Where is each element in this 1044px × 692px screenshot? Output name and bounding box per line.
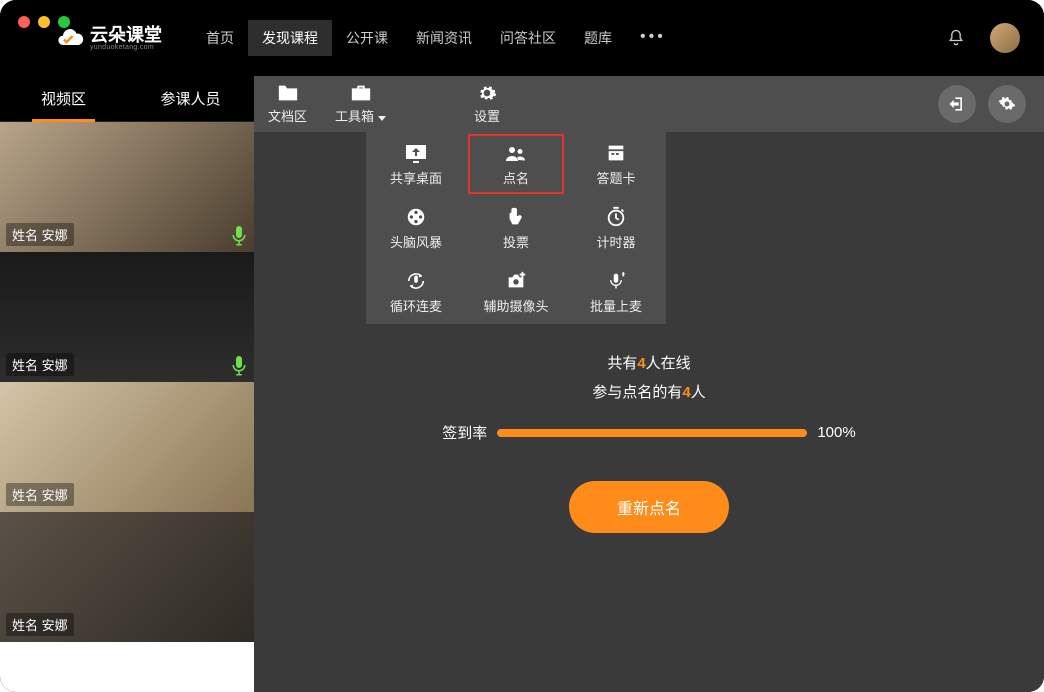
tool-share-desktop[interactable]: 共享桌面 [366, 132, 466, 196]
toolbar: 文档区 工具箱 设置 [254, 76, 1044, 132]
online-stat: 共有 4 人在线 [607, 352, 690, 373]
nav-bank[interactable]: 题库 [570, 20, 626, 56]
video-tile[interactable]: 姓名 安娜 [0, 252, 254, 382]
rollcall-again-button[interactable]: 重新点名 [569, 481, 729, 533]
cloud-icon [56, 24, 84, 52]
nav-more[interactable]: ••• [626, 20, 680, 56]
gear-icon [476, 83, 498, 103]
exit-button[interactable] [938, 85, 976, 123]
brand-logo[interactable]: 云朵课堂 yunduoketang.com [56, 24, 162, 52]
settings-button[interactable]: 设置 [460, 76, 514, 132]
participant-name: 姓名 安娜 [6, 223, 74, 246]
nav-open[interactable]: 公开课 [332, 20, 402, 56]
sidebar-tabs: 视频区 参课人员 [0, 76, 254, 122]
nav-discover[interactable]: 发现课程 [248, 20, 332, 56]
nav-qa[interactable]: 问答社区 [486, 20, 570, 56]
briefcase-icon [350, 83, 372, 103]
content: 视频区 参课人员 姓名 安娜 姓名 安娜 姓名 安娜 姓名 安娜 [0, 76, 1044, 692]
tab-attendees[interactable]: 参课人员 [127, 76, 254, 121]
tool-vote[interactable]: 投票 [466, 196, 566, 260]
participant-name: 姓名 安娜 [6, 353, 74, 376]
toolbox-label: 工具箱 [335, 106, 386, 125]
rate-label: 签到率 [442, 422, 487, 443]
brand-sub: yunduoketang.com [90, 44, 162, 51]
tool-aux-camera[interactable]: 辅助摄像头 [466, 260, 566, 324]
topbar-right [946, 23, 1020, 53]
screen-share-icon [404, 142, 428, 164]
tool-brainstorm[interactable]: 头脑风暴 [366, 196, 466, 260]
mic-up-icon [604, 270, 628, 292]
topbar: 云朵课堂 yunduoketang.com 首页 发现课程 公开课 新闻资讯 问… [0, 0, 1044, 76]
video-tile[interactable]: 姓名 安娜 [0, 512, 254, 642]
video-tile[interactable]: 姓名 安娜 [0, 122, 254, 252]
tool-answer-card[interactable]: 答题卡 [566, 132, 666, 196]
video-list: 姓名 安娜 姓名 安娜 姓名 安娜 姓名 安娜 [0, 122, 254, 692]
film-reel-icon [404, 206, 428, 228]
nav-home[interactable]: 首页 [192, 20, 248, 56]
window-controls [18, 16, 70, 28]
folder-icon [277, 83, 299, 103]
participation-stat: 参与点名的有 4 人 [592, 381, 705, 402]
tab-video[interactable]: 视频区 [0, 76, 127, 121]
main-area: 文档区 工具箱 设置 [254, 76, 1044, 692]
maximize-window[interactable] [58, 16, 70, 28]
settings-label: 设置 [474, 106, 500, 125]
toolbox-button[interactable]: 工具箱 [321, 76, 400, 132]
config-button[interactable] [988, 85, 1026, 123]
progress-bar [497, 429, 807, 437]
gear-icon [997, 94, 1017, 114]
toolbox-dropdown: 共享桌面 点名 答题卡 头脑风暴 投票 [366, 132, 666, 324]
mic-icon [232, 226, 246, 246]
hand-tap-icon [504, 206, 528, 228]
signin-rate: 签到率 100% [442, 422, 855, 443]
minimize-window[interactable] [38, 16, 50, 28]
exit-icon [947, 94, 967, 114]
top-nav: 首页 发现课程 公开课 新闻资讯 问答社区 题库 ••• [192, 20, 680, 56]
tool-bulk-mic[interactable]: 批量上麦 [566, 260, 666, 324]
refresh-mic-icon [404, 270, 428, 292]
calendar-icon [604, 142, 628, 164]
app-window: 云朵课堂 yunduoketang.com 首页 发现课程 公开课 新闻资讯 问… [0, 0, 1044, 692]
video-tile-empty [0, 642, 254, 692]
user-avatar[interactable] [990, 23, 1020, 53]
doc-area-button[interactable]: 文档区 [254, 76, 321, 132]
tool-rollcall[interactable]: 点名 [466, 132, 566, 196]
bell-icon[interactable] [946, 28, 966, 48]
camera-plus-icon [504, 270, 528, 292]
participant-name: 姓名 安娜 [6, 483, 74, 506]
video-tile[interactable]: 姓名 安娜 [0, 382, 254, 512]
participant-name: 姓名 安娜 [6, 613, 74, 636]
rollcall-panel: 共有 4 人在线 参与点名的有 4 人 签到率 100% 重新点名 [254, 352, 1044, 533]
mic-icon [232, 356, 246, 376]
nav-news[interactable]: 新闻资讯 [402, 20, 486, 56]
people-icon [504, 142, 528, 164]
doc-label: 文档区 [268, 106, 307, 125]
brand-name: 云朵课堂 [90, 26, 162, 44]
clock-icon [604, 206, 628, 228]
tool-timer[interactable]: 计时器 [566, 196, 666, 260]
tool-loop-mic[interactable]: 循环连麦 [366, 260, 466, 324]
sidebar: 视频区 参课人员 姓名 安娜 姓名 安娜 姓名 安娜 姓名 安娜 [0, 76, 254, 692]
close-window[interactable] [18, 16, 30, 28]
rate-value: 100% [817, 424, 855, 441]
